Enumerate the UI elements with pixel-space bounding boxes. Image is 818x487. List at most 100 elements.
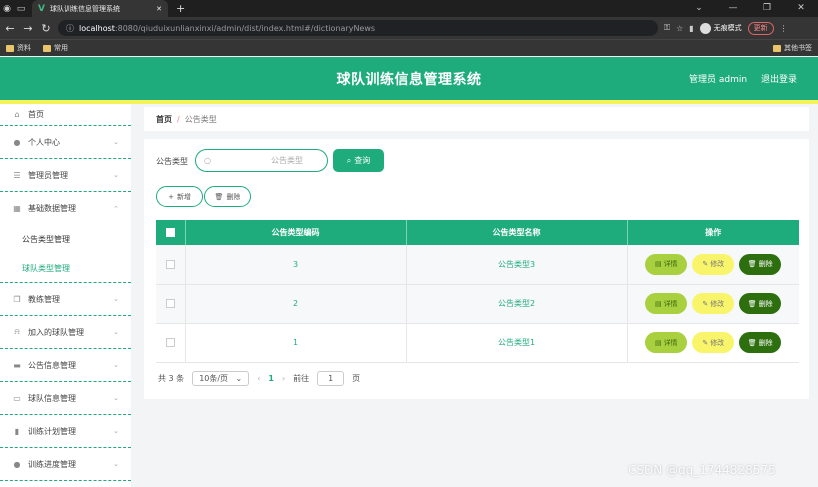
sidebar-item-admins[interactable]: ☰ 管理员管理 ⌄	[0, 159, 131, 192]
document-icon: ▤	[654, 260, 662, 269]
star-icon[interactable]: ☆	[676, 24, 683, 33]
chrome-logo-icon[interactable]: ◉	[0, 0, 14, 17]
edit-icon: ✎	[702, 299, 709, 308]
goto-page-input[interactable]: 1	[317, 371, 345, 386]
folder-icon	[43, 44, 51, 52]
sidebar-item-training-progress[interactable]: ● 训练进度管理 ⌄	[0, 448, 131, 481]
close-tab-icon[interactable]: ✕	[156, 5, 162, 13]
sidebar-item-basic-data[interactable]: ▦ 基础数据管理 ⌃	[0, 192, 131, 225]
select-all-checkbox[interactable]	[165, 228, 175, 237]
watermark: CSDN @qq_1744828575	[628, 463, 776, 477]
detail-label: 详情	[663, 260, 678, 269]
incognito-icon	[699, 22, 711, 34]
ops-cell: ▤ 详情 ✎ 修改 🗑 删除	[627, 323, 799, 363]
row-checkbox[interactable]	[165, 259, 175, 269]
sidebar-item-coaches[interactable]: ❐ 教练管理 ⌄	[0, 283, 131, 316]
folder-icon	[773, 44, 781, 52]
next-page-icon[interactable]: ›	[282, 374, 285, 383]
restore-icon[interactable]: ❐	[750, 0, 784, 17]
column-header[interactable]: 公告类型名称	[406, 220, 628, 245]
chat-icon: ▭	[13, 393, 21, 403]
column-header: 操作	[627, 220, 799, 245]
sidebar-subitem-notice-types[interactable]: 公告类型管理	[0, 225, 131, 254]
incognito-indicator[interactable]: 无痕模式	[699, 22, 742, 34]
page-number[interactable]: 1	[268, 374, 274, 383]
url-path: :8080/qiuduixunlianxinxi/admin/dist/inde…	[114, 23, 376, 33]
table-row: 1 公告类型1 ▤ 详情 ✎ 修改 🗑 删除	[156, 323, 799, 363]
sidebar-subitem-team-types[interactable]: 球队类型管理	[0, 254, 131, 283]
chevron-down-icon: ⌄	[113, 394, 119, 402]
page-size-select[interactable]: 10条/页 ⌄	[192, 371, 250, 386]
search-input[interactable]: ○ 公告类型	[195, 149, 328, 172]
new-tab-icon[interactable]: +	[176, 2, 185, 15]
search-icon: ○	[204, 156, 211, 165]
edit-label: 修改	[710, 338, 725, 347]
logout-link[interactable]: 退出登录	[761, 72, 797, 85]
sidebar-item-training-plans[interactable]: ▮ 训练计划管理 ⌄	[0, 415, 131, 448]
reload-icon[interactable]: ↻	[40, 22, 52, 35]
page-suffix: 页	[352, 374, 361, 383]
table-header-row: 公告类型编码 公告类型名称 操作	[156, 220, 799, 245]
other-bookmarks[interactable]: 其他书签	[773, 43, 812, 53]
sidebar-item-profile[interactable]: ● 个人中心 ⌄	[0, 126, 131, 159]
row-delete-button[interactable]: 🗑 删除	[739, 332, 782, 353]
sidebar-item-joined-teams[interactable]: ⍾ 加入的球队管理 ⌄	[0, 316, 131, 349]
row-checkbox[interactable]	[165, 338, 175, 347]
sidebar-item-label: 训练计划管理	[28, 426, 76, 436]
sidebar-item-label: 教练管理	[28, 294, 60, 304]
forward-icon[interactable]: →	[22, 22, 34, 35]
sidebar-item-home[interactable]: ⌂ 首页	[0, 104, 131, 126]
toolbar-icons: ⚿ ☆ ▮ 无痕模式 更新 ⋮	[664, 21, 788, 35]
ops-cell: ▤ 详情 ✎ 修改 🗑 删除	[627, 284, 799, 324]
add-button-label: 新增	[176, 192, 191, 201]
user-info: 管理员 admin	[689, 75, 748, 85]
browser-tab[interactable]: V 球队训练信息管理系统 ✕	[32, 0, 168, 17]
breadcrumb-home[interactable]: 首页	[156, 114, 172, 125]
url-field[interactable]: ⓘ localhost:8080/qiuduixunlianxinxi/admi…	[58, 20, 658, 36]
checkbox-cell	[156, 323, 186, 363]
column-header[interactable]: 公告类型编码	[185, 220, 407, 245]
edit-button[interactable]: ✎ 修改	[692, 293, 735, 314]
close-window-icon[interactable]: ✕	[784, 0, 818, 17]
chevron-down-icon: ⌄	[113, 295, 119, 303]
list-icon: ☰	[13, 170, 21, 180]
edit-button[interactable]: ✎ 修改	[692, 332, 735, 353]
data-table: 公告类型编码 公告类型名称 操作 3 公告类型3 ▤ 详情 ✎ 修改 🗑 删除 2 公…	[156, 220, 799, 363]
name-cell: 公告类型2	[406, 284, 628, 324]
total-count: 共 3 条	[158, 374, 185, 383]
address-bar-row: ← → ↻ ⓘ localhost:8080/qiuduixunlianxinx…	[0, 17, 818, 39]
detail-button[interactable]: ▤ 详情	[645, 293, 688, 314]
detail-button[interactable]: ▤ 详情	[645, 332, 688, 353]
prev-page-icon[interactable]: ‹	[257, 374, 260, 383]
add-button[interactable]: + 新增	[156, 186, 203, 207]
update-button[interactable]: 更新	[747, 21, 774, 35]
bookmark-folder[interactable]: 资料	[6, 43, 31, 53]
sidebar-item-teams[interactable]: ▭ 球队信息管理 ⌄	[0, 382, 131, 415]
grid-icon: ▦	[13, 204, 21, 213]
sidebar-item-label: 训练进度管理	[28, 459, 76, 469]
back-icon[interactable]: ←	[4, 22, 16, 35]
row-delete-button[interactable]: 🗑 删除	[739, 293, 782, 314]
app-header: 球队训练信息管理系统 管理员 admin 退出登录	[0, 57, 818, 100]
bulk-delete-button[interactable]: 🗑 删除	[204, 186, 251, 207]
site-info-icon[interactable]: ⓘ	[66, 23, 74, 34]
document-icon: ▤	[654, 338, 662, 347]
query-button[interactable]: ⌕ 查询	[333, 149, 384, 172]
sidebar-item-notices[interactable]: ▬ 公告信息管理 ⌄	[0, 349, 131, 382]
row-delete-button[interactable]: 🗑 删除	[739, 253, 782, 275]
sidepanel-icon[interactable]: ▮	[689, 24, 693, 33]
bookmarks-bar: 资料 常用 其他书签	[0, 39, 818, 56]
row-checkbox[interactable]	[165, 299, 175, 308]
edit-label: 修改	[710, 299, 725, 308]
detail-button[interactable]: ▤ 详情	[645, 253, 688, 275]
sidebar: ⌂ 首页 ● 个人中心 ⌄ ☰ 管理员管理 ⌄ ▦ 基础数据管理 ⌃ 公告类型管理 球队类型管…	[0, 104, 131, 487]
plus-icon: +	[168, 192, 174, 201]
tab-list-icon[interactable]: ⌄	[682, 0, 716, 17]
menu-icon[interactable]: ⋮	[780, 24, 788, 33]
key-icon[interactable]: ⚿	[664, 23, 670, 33]
user-icon: ●	[13, 137, 21, 147]
minimize-icon[interactable]: —	[716, 0, 750, 17]
tab-search-icon[interactable]: ▭	[14, 0, 28, 17]
bookmark-folder[interactable]: 常用	[43, 43, 68, 53]
edit-button[interactable]: ✎ 修改	[692, 253, 735, 275]
